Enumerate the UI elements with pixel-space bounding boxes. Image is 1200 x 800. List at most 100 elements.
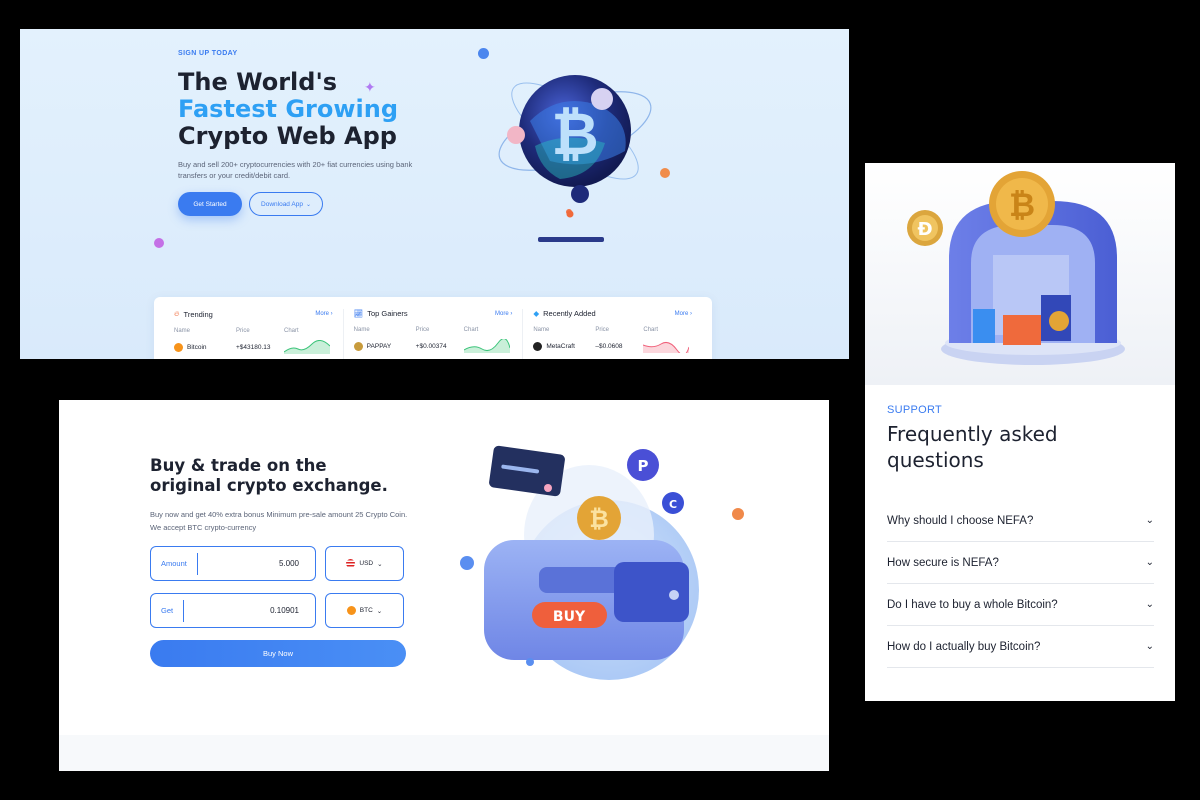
recently-added-column: ◆ Recently Added More › Name Price Chart… [523,309,702,359]
chevron-down-icon: ⌄ [1145,641,1154,652]
top-gainers-column: 📈︎ Top Gainers More › Name Price Chart P… [344,309,524,359]
get-label: Get [151,599,185,622]
decor-dot-orange [660,168,670,178]
trade-description: Buy now and get 40% extra bonus Minimum … [150,510,408,532]
support-label: SUPPORT [887,404,943,416]
trending-title-text: Trending [183,309,213,319]
get-value[interactable]: 0.10901 [184,606,315,615]
svg-text:Đ: Đ [917,219,932,240]
amount-label: Amount [151,552,198,575]
currency-select-btc[interactable]: BTC ⌄ [325,593,404,628]
download-app-button[interactable]: Download App ⌄ [249,192,323,216]
faq-title: Frequently asked questions [887,421,1058,473]
coin-price: +$43180.13 [236,343,271,351]
svg-text:C: C [669,498,677,511]
faq-question: Why should I choose NEFA? [887,514,1034,527]
usd-label: USD [359,560,374,567]
col-chart-header: Chart [643,327,659,333]
sparkle-icon: ✦ [364,79,376,95]
col-chart-header: Chart [284,328,299,334]
chevron-down-icon: ⌄ [305,201,311,208]
bitcoin-icon [174,342,183,352]
recently-added-headers: Name Price Chart [533,327,692,333]
faq-item[interactable]: Why should I choose NEFA? ⌄ [887,500,1154,542]
pappay-icon [353,341,363,351]
faq-title-line2: questions [887,448,984,472]
sparkline-chart [284,340,330,354]
trending-title: 🔥︎ Trending [174,309,213,319]
coin-price: –$0.0608 [595,342,623,350]
trade-title-line2: original crypto exchange. [150,476,388,495]
amount-field[interactable]: Amount 5.000 [150,546,316,581]
chevron-down-icon: ⌄ [376,607,383,615]
hero-title-line2: Fastest Growing [178,95,399,123]
faq-title-line1: Frequently asked [887,422,1058,446]
top-gainers-title: 📈︎ Top Gainers [354,309,408,318]
download-app-label: Download App [261,200,303,208]
hero-description: Buy and sell 200+ cryptocurrencies with … [178,160,413,180]
svg-text:P: P [638,457,649,475]
currency-select-usd[interactable]: USD ⌄ [325,546,404,581]
col-chart-header: Chart [463,327,479,333]
wallet-illustration: ₿ BUY P C [449,440,749,690]
faq-question: Do I have to buy a whole Bitcoin? [887,598,1058,611]
diamond-icon: ◆ [533,309,540,318]
fire-icon: 🔥︎ [174,309,180,318]
faq-item[interactable]: Do I have to buy a whole Bitcoin? ⌄ [887,584,1154,626]
top-gainers-title-text: Top Gainers [367,309,408,318]
hero-title-line3: Crypto Web App [178,122,397,150]
top-gainers-headers: Name Price Chart [354,327,513,333]
decor-dot-purple [154,238,164,248]
coin-name: Bitcoin [187,343,207,351]
trade-title-line1: Buy & trade on the [150,456,327,475]
col-name-header: Name [353,327,370,333]
faq-question: How do I actually buy Bitcoin? [887,640,1041,653]
top-gainers-more-link[interactable]: More › [495,311,512,317]
trending-column: 🔥︎ Trending More › Name Price Chart Bitc… [164,309,344,359]
get-field[interactable]: Get 0.10901 [150,593,316,628]
faq-panel: ₿ Đ SUPPORT Frequently asked questions W… [865,163,1175,701]
trade-title: Buy & trade on the original crypto excha… [150,456,388,496]
faq-item[interactable]: How secure is NEFA? ⌄ [887,542,1154,584]
trending-more-link[interactable]: More › [315,311,332,317]
chart-up-icon: 📈︎ [353,309,364,318]
buy-now-button[interactable]: Buy Now [150,640,406,667]
col-price-header: Price [415,327,430,333]
sparkline-chart [643,342,690,353]
faq-list: Why should I choose NEFA? ⌄ How secure i… [887,500,1154,668]
table-row[interactable]: MetaCraft –$0.0608 [533,339,692,353]
col-price-header: Price [595,327,610,333]
sparkline-chart [463,339,510,353]
decor-dot-blue [478,48,489,59]
recently-added-more-link[interactable]: More › [675,311,692,317]
chevron-down-icon: ⌄ [1145,515,1154,526]
col-name-header: Name [174,328,191,334]
faq-item[interactable]: How do I actually buy Bitcoin? ⌄ [887,626,1154,668]
trade-panel: Buy & trade on the original crypto excha… [59,400,829,771]
recently-added-title: ◆ Recently Added [533,309,595,318]
trending-headers: Name Price Chart [174,328,333,334]
coin-name: MetaCraft [546,342,575,350]
market-overview-card: 🔥︎ Trending More › Name Price Chart Bitc… [154,297,712,359]
table-row[interactable]: PAPPAY +$0.00374 [353,339,513,353]
table-row[interactable]: Bitcoin +$43180.13 [174,340,333,354]
amount-value[interactable]: 5.000 [198,559,315,568]
chevron-down-icon: ⌄ [377,560,383,568]
chevron-down-icon: ⌄ [1145,557,1154,568]
hero-eyebrow: SIGN UP TODAY [178,50,238,57]
trending-more-text: More [315,311,329,317]
faq-question: How secure is NEFA? [887,556,999,569]
metacraft-icon [533,341,543,351]
footer-strip [59,735,829,771]
btc-label: BTC [359,607,373,614]
coin-name: PAPPAY [366,342,392,350]
coin-price: +$0.00374 [415,342,447,350]
top-gainers-more-text: More [495,310,509,317]
us-flag-icon [346,559,356,568]
col-price-header: Price [236,328,250,334]
get-started-button[interactable]: Get Started [178,192,242,216]
svg-text:₿: ₿ [589,505,609,533]
col-name-header: Name [533,327,550,333]
recently-added-more-text: More [674,310,689,317]
svg-text:₿: ₿ [551,100,598,168]
